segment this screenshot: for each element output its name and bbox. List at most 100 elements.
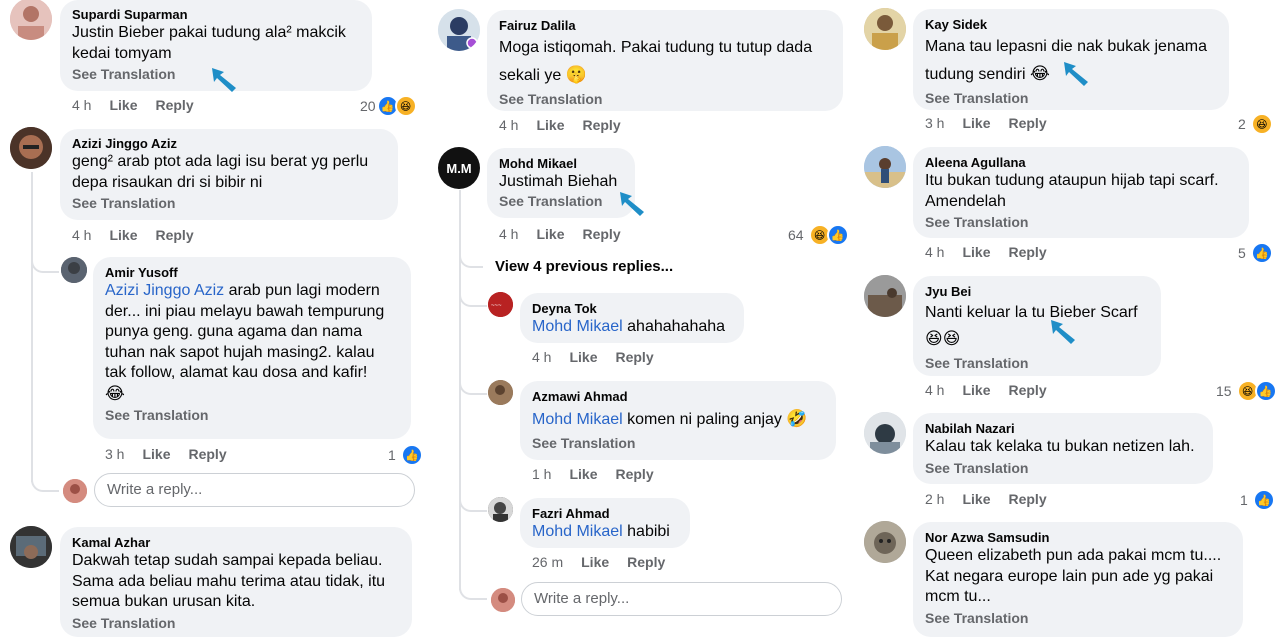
reply-button[interactable]: Reply	[1008, 381, 1046, 399]
see-translation-link[interactable]: See Translation	[105, 406, 399, 425]
comment-text: Mohd Mikael habibi	[532, 523, 670, 540]
avatar[interactable]	[864, 146, 906, 188]
like-button[interactable]: Like	[962, 114, 990, 132]
reaction-summary[interactable]: 15 😆 👍	[1216, 380, 1277, 402]
see-translation-link[interactable]: See Translation	[499, 192, 623, 211]
like-button[interactable]: Like	[962, 243, 990, 261]
comment-meta: 2 h Like Reply	[925, 490, 1065, 508]
comment-text: geng² arab ptot ada lagi isu berat yg pe…	[72, 153, 369, 191]
comment-author[interactable]: Supardi Suparman	[72, 6, 360, 23]
comment-author[interactable]: Jyu Bei	[925, 283, 1149, 300]
like-button[interactable]: Like	[536, 225, 564, 243]
avatar[interactable]	[488, 380, 513, 405]
comment-author[interactable]: Kamal Azhar	[72, 534, 400, 551]
comment-meta: 4 h Like Reply	[72, 96, 212, 114]
avatar[interactable]	[864, 412, 906, 454]
like-button[interactable]: Like	[569, 465, 597, 483]
like-reaction-icon: 👍	[400, 444, 423, 466]
avatar[interactable]	[10, 526, 52, 568]
like-button[interactable]: Like	[142, 445, 170, 463]
reply-button[interactable]: Reply	[155, 226, 193, 244]
avatar[interactable]	[864, 8, 906, 50]
comment-author[interactable]: Deyna Tok	[532, 300, 732, 317]
mention-link[interactable]: Mohd Mikael	[532, 523, 623, 540]
comment-bubble: Jyu Bei Nanti keluar la tu Bieber Scarf 😆…	[913, 276, 1161, 376]
comment-meta: 3 h Like Reply	[925, 114, 1065, 132]
thread-connector	[459, 576, 487, 600]
comment-text: Nanti keluar la tu Bieber Scarf 😆😆	[925, 304, 1138, 348]
avatar[interactable]	[10, 0, 52, 40]
comment-author[interactable]: Fazri Ahmad	[532, 505, 678, 522]
comment-text: Azizi Jinggo Aziz arab pun lagi modern de…	[105, 282, 385, 403]
avatar[interactable]	[488, 497, 513, 522]
like-button[interactable]: Like	[109, 226, 137, 244]
see-translation-link[interactable]: See Translation	[925, 354, 1149, 373]
like-button[interactable]: Like	[536, 116, 564, 134]
see-translation-link[interactable]: See Translation	[925, 459, 1201, 478]
comments-column-2: Fairuz Dalila Moga istiqomah. Pakai tudu…	[430, 0, 850, 630]
timestamp: 4 h	[72, 97, 92, 113]
thread-connector	[31, 466, 59, 492]
comment-author[interactable]: Kay Sidek	[925, 16, 1217, 33]
comment-author[interactable]: Azizi Jinggo Aziz	[72, 135, 386, 152]
comment-author[interactable]: Mohd Mikael	[499, 155, 623, 172]
reply-button[interactable]: Reply	[1008, 243, 1046, 261]
reply-button[interactable]: Reply	[188, 445, 226, 463]
reply-button[interactable]: Reply	[615, 348, 653, 366]
reaction-summary[interactable]: 1 👍	[388, 444, 423, 466]
see-translation-link[interactable]: See Translation	[532, 434, 824, 453]
comment-text: Justimah Biehah	[499, 173, 618, 190]
reply-button[interactable]: Reply	[615, 465, 653, 483]
reply-button[interactable]: Reply	[1008, 490, 1046, 508]
avatar[interactable]	[438, 9, 480, 51]
reply-button[interactable]: Reply	[155, 96, 193, 114]
mention-link[interactable]: Mohd Mikael	[532, 411, 623, 428]
see-translation-link[interactable]: See Translation	[499, 90, 831, 109]
reaction-count: 2	[1238, 116, 1246, 132]
comment-bubble: Azizi Jinggo Aziz geng² arab ptot ada la…	[60, 129, 398, 220]
mention-link[interactable]: Azizi Jinggo Aziz	[105, 282, 224, 299]
avatar[interactable]	[61, 257, 87, 283]
comment-author[interactable]: Fairuz Dalila	[499, 17, 831, 34]
reaction-summary[interactable]: 5 👍	[1238, 242, 1273, 264]
reply-button[interactable]: Reply	[582, 116, 620, 134]
comment-text: Mohd Mikael komen ni paling anjay 🤣	[532, 409, 808, 428]
view-previous-replies-link[interactable]: View 4 previous replies...	[495, 258, 673, 275]
like-button[interactable]: Like	[962, 490, 990, 508]
mention-link[interactable]: Mohd Mikael	[532, 318, 623, 335]
like-button[interactable]: Like	[569, 348, 597, 366]
reaction-summary[interactable]: 2 😆	[1238, 113, 1273, 135]
like-button[interactable]: Like	[962, 381, 990, 399]
write-reply-input[interactable]: Write a reply...	[94, 473, 415, 507]
comment-author[interactable]: Amir Yusoff	[105, 264, 399, 281]
avatar[interactable]	[10, 127, 52, 169]
reaction-summary[interactable]: 20 👍 😆	[360, 95, 417, 117]
svg-text:~~~: ~~~	[491, 303, 502, 309]
comment-bubble: Azmawi Ahmad Mohd Mikael komen ni paling…	[520, 381, 836, 460]
reply-button[interactable]: Reply	[627, 553, 665, 571]
see-translation-link[interactable]: See Translation	[925, 89, 1217, 108]
comment-author[interactable]: Azmawi Ahmad	[532, 388, 824, 405]
timestamp: 4 h	[499, 117, 519, 133]
see-translation-link[interactable]: See Translation	[72, 194, 386, 213]
comment-author[interactable]: Nor Azwa Samsudin	[925, 529, 1231, 546]
like-button[interactable]: Like	[581, 553, 609, 571]
write-reply-input[interactable]: Write a reply...	[521, 582, 842, 616]
avatar[interactable]: M.M	[438, 147, 480, 189]
comment-meta: 3 h Like Reply	[105, 445, 245, 463]
reply-button[interactable]: Reply	[1008, 114, 1046, 132]
comment-bubble: Amir Yusoff Azizi Jinggo Aziz arab pun l…	[93, 257, 411, 439]
reply-button[interactable]: Reply	[582, 225, 620, 243]
avatar[interactable]	[864, 275, 906, 317]
see-translation-link[interactable]: See Translation	[925, 609, 1231, 628]
grin-squint-emoji-icon: 😆😆	[925, 329, 961, 348]
see-translation-link[interactable]: See Translation	[925, 213, 1237, 232]
like-reaction-icon: 👍	[1254, 380, 1277, 402]
avatar[interactable]	[864, 521, 906, 563]
reaction-summary[interactable]: 64 😆 👍	[788, 224, 849, 246]
like-button[interactable]: Like	[109, 96, 137, 114]
avatar[interactable]: ~~~	[488, 292, 513, 317]
comment-author[interactable]: Nabilah Nazari	[925, 420, 1201, 437]
comment-author[interactable]: Aleena Agullana	[925, 154, 1237, 171]
reaction-summary[interactable]: 1 👍	[1240, 489, 1275, 511]
